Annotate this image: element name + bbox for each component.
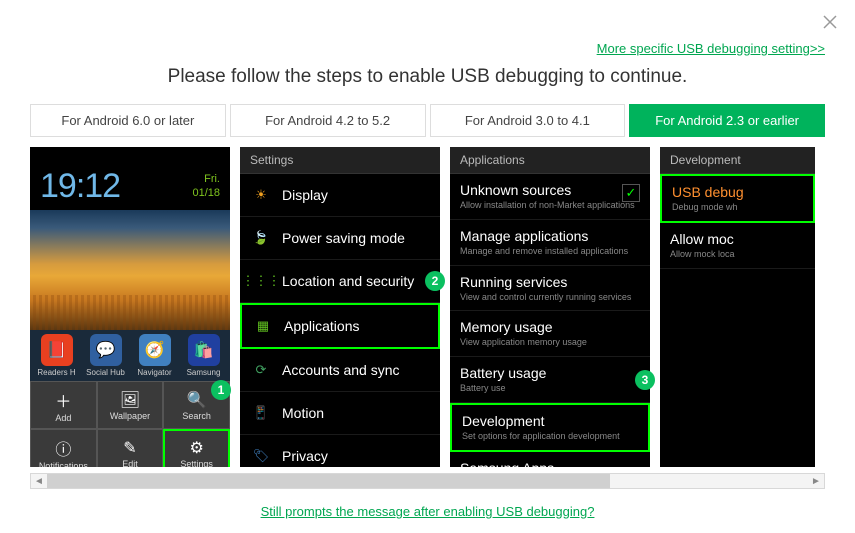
horizontal-scrollbar[interactable]: ◄ ►: [30, 473, 825, 489]
app-item-title: Unknown sources: [460, 182, 571, 198]
tab-android-3[interactable]: For Android 3.0 to 4.1: [430, 104, 626, 137]
app-item-title: Running services: [460, 274, 567, 290]
sync-icon: ⟳: [250, 359, 272, 381]
clock-day: Fri.: [192, 173, 220, 186]
settings-item: Motion: [282, 405, 324, 421]
step-badge-2: 2: [425, 271, 445, 291]
settings-item: Location and security: [282, 273, 414, 289]
image-icon: 🖼: [120, 390, 140, 410]
menu-label: Edit: [122, 459, 138, 468]
screenshot-development: Development USB debug Debug mode wh Allow…: [660, 147, 815, 467]
app-item-title: Battery usage: [460, 365, 546, 381]
step-badge-1: 1: [211, 380, 231, 400]
plus-icon: ＋: [55, 388, 71, 412]
dev-item-title: Allow moc: [670, 231, 734, 247]
app-item-sub: Set options for application development: [462, 431, 620, 442]
dev-item-sub: Debug mode wh: [672, 202, 738, 213]
top-link-row: More specific USB debugging setting>>: [30, 40, 825, 58]
app-item-sub: Allow installation of non-Market applica…: [460, 200, 635, 211]
scroll-right-icon[interactable]: ►: [808, 476, 824, 487]
tab-android-6[interactable]: For Android 6.0 or later: [30, 104, 226, 137]
settings-item: Display: [282, 187, 328, 203]
screen-header: Development: [660, 147, 815, 174]
menu-label: Wallpaper: [110, 411, 150, 421]
grid-icon: ⋮⋮⋮: [250, 270, 272, 292]
app-item-title: Development: [462, 413, 545, 429]
menu-label: Search: [182, 411, 211, 421]
menu-label: Notifications: [39, 461, 88, 468]
search-icon: 🔍: [187, 390, 207, 410]
settings-item: Accounts and sync: [282, 362, 400, 378]
android-version-tabs: For Android 6.0 or later For Android 4.2…: [30, 104, 825, 137]
app-item-title: Samsung Apps: [460, 460, 554, 467]
settings-item: Privacy: [282, 448, 328, 464]
checkbox-checked-icon: ✓: [622, 184, 640, 202]
app-item-sub: View and control currently running servi…: [460, 292, 631, 303]
settings-item: Applications: [284, 318, 360, 334]
app-item-sub: View application memory usage: [460, 337, 587, 348]
edit-icon: ✎: [123, 438, 136, 458]
app-label: Social Hub: [86, 368, 125, 377]
still-prompts-link[interactable]: Still prompts the message after enabling…: [261, 504, 595, 519]
tab-android-2-3[interactable]: For Android 2.3 or earlier: [629, 104, 825, 137]
app-item-title: Manage applications: [460, 228, 588, 244]
leaf-icon: 🍃: [250, 227, 272, 249]
app-label: Readers H: [37, 368, 75, 377]
app-item-title: Memory usage: [460, 319, 553, 335]
screenshot-applications: Applications Unknown sources Allow insta…: [450, 147, 650, 467]
app-item-sub: Manage and remove installed applications: [460, 246, 628, 257]
app-item-sub: Battery use: [460, 383, 506, 394]
info-icon: ⓘ: [55, 436, 71, 460]
app-label: Navigator: [137, 368, 171, 377]
clock-time: 19:12: [40, 167, 120, 206]
dev-item-sub: Allow mock loca: [670, 249, 735, 260]
screen-header: Applications: [450, 147, 650, 174]
scroll-left-icon[interactable]: ◄: [31, 476, 47, 487]
settings-item: Power saving mode: [282, 230, 405, 246]
close-icon[interactable]: [823, 14, 837, 32]
screenshot-settings: Settings ☀ Display 🍃 Power saving mode ⋮⋮⋮…: [240, 147, 440, 467]
screenshot-home: 19:12 Fri. 01/18 📕Readers H 💬Social Hub …: [30, 147, 230, 467]
step-badge-3: 3: [635, 370, 655, 390]
app-label: Samsung: [187, 368, 221, 377]
clock-date: 01/18: [192, 187, 220, 200]
menu-label: Settings: [180, 459, 213, 468]
brightness-icon: ☀: [250, 184, 272, 206]
scroll-thumb[interactable]: [47, 474, 808, 488]
dialog-title: Please follow the steps to enable USB de…: [30, 66, 825, 88]
usb-debugging-dialog: More specific USB debugging setting>> Pl…: [0, 0, 855, 533]
gear-icon: ⚙: [189, 438, 203, 458]
screenshots-row: 19:12 Fri. 01/18 📕Readers H 💬Social Hub …: [30, 147, 825, 489]
wallpaper-image: [30, 210, 230, 330]
more-settings-link[interactable]: More specific USB debugging setting>>: [597, 41, 825, 56]
dev-item-title: USB debug: [672, 184, 744, 200]
motion-icon: 📱: [250, 402, 272, 424]
menu-label: Add: [55, 413, 71, 423]
screen-header: Settings: [240, 147, 440, 174]
privacy-icon: 🏷: [250, 445, 272, 467]
apps-icon: ▦: [252, 315, 274, 337]
bottom-link-row: Still prompts the message after enabling…: [30, 503, 825, 521]
tab-android-4-2[interactable]: For Android 4.2 to 5.2: [230, 104, 426, 137]
